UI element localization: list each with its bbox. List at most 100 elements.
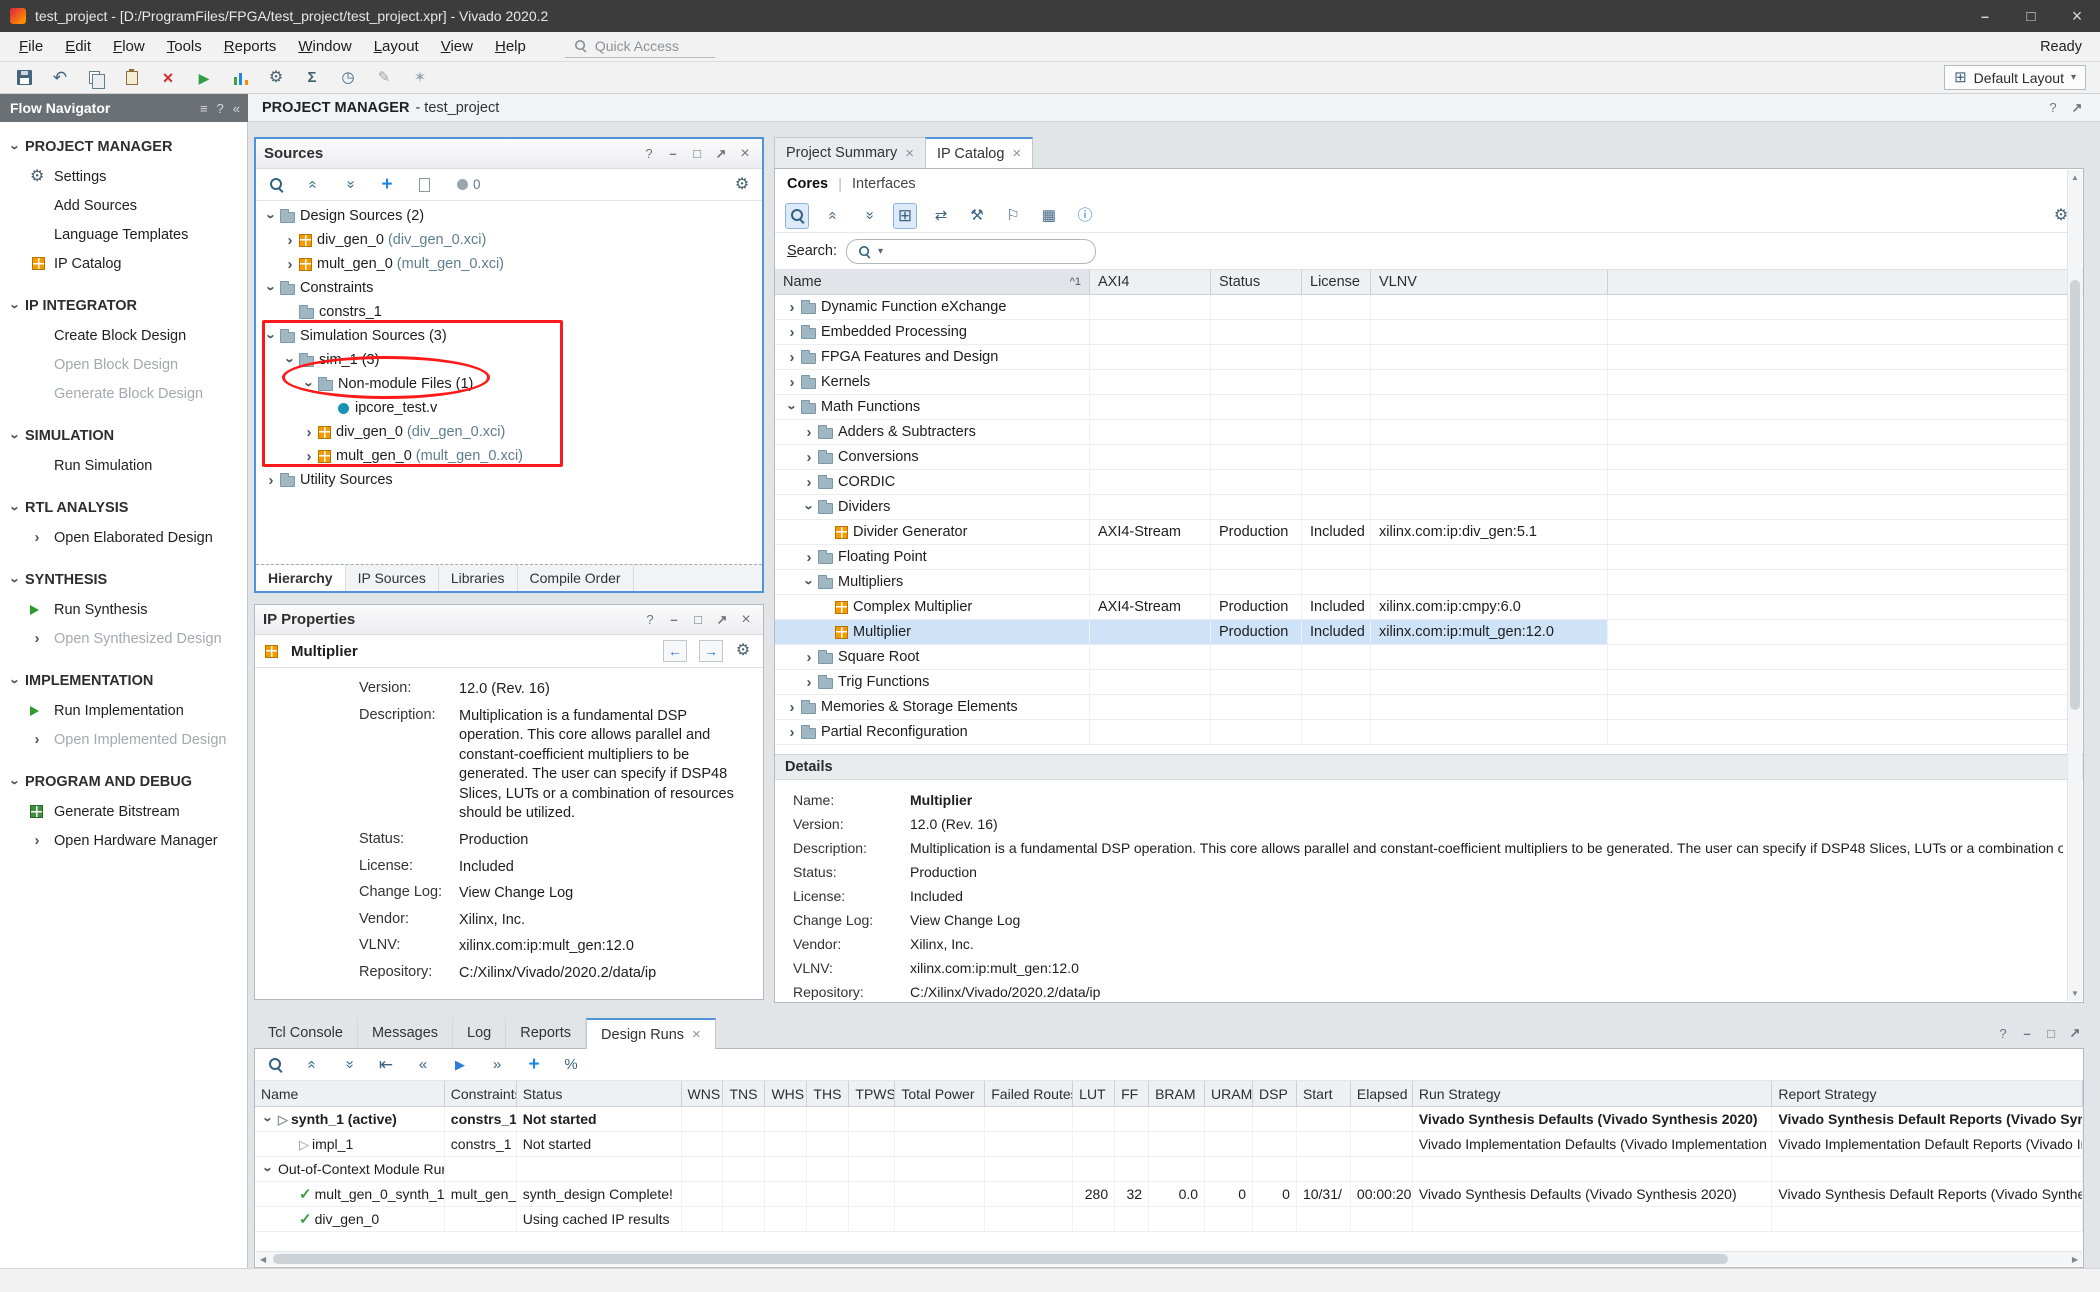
catalog-row-embedded-processing[interactable]: Embedded Processing [775, 320, 2083, 345]
column-header-wns[interactable]: WNS [682, 1081, 724, 1106]
catalog-information-button[interactable]: ⓘ [1073, 203, 1097, 229]
minimize-icon[interactable] [2018, 1024, 2036, 1042]
scroll-left-icon[interactable]: ◀ [260, 1255, 266, 1264]
toolbar-sum-button[interactable]: Σ [300, 65, 324, 91]
run-row-impl-1[interactable]: ▷impl_1constrs_1Not startedVivado Implem… [255, 1132, 2083, 1157]
column-header-bram[interactable]: BRAM [1149, 1081, 1205, 1106]
ip-properties-settings-button[interactable]: ⚙ [731, 638, 755, 664]
flow-section-header-simulation[interactable]: SIMULATION [0, 421, 247, 451]
help-icon[interactable] [1994, 1024, 2012, 1042]
runs-percent-button[interactable]: % [559, 1052, 583, 1078]
column-header-failed-routes[interactable]: Failed Routes [985, 1081, 1073, 1106]
flow-item-open-hardware-manager[interactable]: Open Hardware Manager [0, 826, 247, 855]
toolbar-undo-button[interactable]: ↶ [48, 65, 72, 91]
column-header-whs[interactable]: WHS [765, 1081, 807, 1106]
sources-search-button[interactable] [264, 172, 288, 198]
sources-expand-all-button[interactable]: « [338, 172, 362, 198]
column-header-total-power[interactable]: Total Power [895, 1081, 985, 1106]
runs-step-forward-button[interactable]: » [485, 1052, 509, 1078]
catalog-row-conversions[interactable]: Conversions [775, 445, 2083, 470]
catalog-row-math-functions[interactable]: Math Functions [775, 395, 2083, 420]
tree-item-constraints[interactable]: Constraints [256, 276, 762, 300]
scroll-up-icon[interactable]: ▲ [2071, 173, 2079, 182]
column-header-name[interactable]: Name^1 [775, 270, 1090, 294]
flow-section-header-implementation[interactable]: IMPLEMENTATION [0, 666, 247, 696]
sources-tab-ip-sources[interactable]: IP Sources [346, 565, 439, 591]
flow-item-generate-bitstream[interactable]: Generate Bitstream [0, 797, 247, 826]
horizontal-scrollbar[interactable]: ◀ ▶ [256, 1251, 2082, 1266]
menu-window[interactable]: Window [287, 34, 362, 59]
flow-item-generate-block-design[interactable]: Generate Block Design [0, 379, 247, 408]
maximize-icon[interactable] [713, 611, 731, 629]
run-row-div-gen-0[interactable]: ✓div_gen_0Using cached IP results [255, 1207, 2083, 1232]
menu-file[interactable]: File [8, 34, 54, 59]
help-icon[interactable]: ? [217, 101, 224, 116]
run-row-synth-1-active[interactable]: ▷synth_1 (active)constrs_1Not startedViv… [255, 1107, 2083, 1132]
help-icon[interactable] [641, 611, 659, 629]
column-header-uram[interactable]: URAM [1205, 1081, 1253, 1106]
back-button[interactable]: ← [663, 640, 687, 662]
flow-item-open-elaborated-design[interactable]: Open Elaborated Design [0, 523, 247, 552]
menu-edit[interactable]: Edit [54, 34, 102, 59]
flow-section-header-ip-integrator[interactable]: IP INTEGRATOR [0, 291, 247, 321]
subtab-interfaces[interactable]: Interfaces [852, 176, 916, 192]
run-row-out-of-context-module-runs[interactable]: Out-of-Context Module Runs [255, 1157, 2083, 1182]
property-value-link[interactable]: Production [459, 831, 528, 851]
help-icon[interactable] [2044, 99, 2062, 117]
catalog-restore-defaults-button[interactable]: ⇄ [929, 203, 953, 229]
flow-item-run-simulation[interactable]: Run Simulation [0, 451, 247, 480]
toolbar-edit-button[interactable]: ✎ [372, 65, 396, 91]
flow-section-header-program-and-debug[interactable]: PROGRAM AND DEBUG [0, 767, 247, 797]
menu-layout[interactable]: Layout [363, 34, 430, 59]
flow-item-open-implemented-design[interactable]: Open Implemented Design [0, 725, 247, 754]
catalog-flag-button[interactable]: ⚐ [1001, 203, 1025, 229]
catalog-row-memories-storage-elements[interactable]: Memories & Storage Elements [775, 695, 2083, 720]
catalog-row-divider-generator[interactable]: Divider GeneratorAXI4-StreamProductionIn… [775, 520, 2083, 545]
flow-item-run-synthesis[interactable]: Run Synthesis [0, 595, 247, 624]
close-icon[interactable]: × [905, 145, 914, 162]
runs-create-run-button[interactable]: + [522, 1052, 546, 1078]
float-icon[interactable] [688, 145, 706, 163]
column-header-lut[interactable]: LUT [1073, 1081, 1115, 1106]
menu-view[interactable]: View [430, 34, 484, 59]
close-icon[interactable] [736, 145, 754, 163]
tree-item-ipcore-test-v[interactable]: ipcore_test.v [256, 396, 762, 420]
close-button[interactable] [2054, 0, 2100, 32]
catalog-row-floating-point[interactable]: Floating Point [775, 545, 2083, 570]
scroll-right-icon[interactable]: ▶ [2072, 1255, 2078, 1264]
flow-section-header-synthesis[interactable]: SYNTHESIS [0, 565, 247, 595]
column-header-constraints[interactable]: Constraints [445, 1081, 517, 1106]
tab-project-summary[interactable]: Project Summary× [774, 137, 926, 168]
tab-log[interactable]: Log [453, 1018, 506, 1048]
runs-go-to-start-button[interactable]: ⇤ [374, 1052, 398, 1078]
run-row-mult-gen-0-synth-1[interactable]: ✓mult_gen_0_synth_1mult_gen_0synth_desig… [255, 1182, 2083, 1207]
tab-messages[interactable]: Messages [358, 1018, 453, 1048]
toolbar-copy-button[interactable] [84, 65, 108, 91]
scroll-down-icon[interactable]: ▼ [2071, 989, 2079, 998]
scrollbar-thumb[interactable] [2070, 280, 2080, 710]
catalog-row-kernels[interactable]: Kernels [775, 370, 2083, 395]
maximize-icon[interactable] [712, 145, 730, 163]
catalog-expand-all-button[interactable]: « [857, 203, 881, 229]
catalog-row-adders-subtracters[interactable]: Adders & Subtracters [775, 420, 2083, 445]
menu-tools[interactable]: Tools [156, 34, 213, 59]
column-header-elapsed[interactable]: Elapsed [1351, 1081, 1413, 1106]
maximize-button[interactable] [2008, 0, 2054, 32]
maximize-icon[interactable] [2068, 99, 2086, 117]
property-value-link[interactable]: View Change Log [910, 912, 1020, 928]
column-header-status[interactable]: Status [517, 1081, 682, 1106]
float-icon[interactable] [689, 611, 707, 629]
flow-section-header-project-manager[interactable]: PROJECT MANAGER [0, 132, 247, 162]
sources-tab-hierarchy[interactable]: Hierarchy [256, 565, 346, 591]
tree-item-div-gen-0[interactable]: div_gen_0 (div_gen_0.xci) [256, 420, 762, 444]
column-header-ff[interactable]: FF [1115, 1081, 1149, 1106]
help-icon[interactable] [640, 145, 658, 163]
tree-item-mult-gen-0[interactable]: mult_gen_0 (mult_gen_0.xci) [256, 444, 762, 468]
runs-expand-all-button[interactable]: « [337, 1052, 361, 1078]
catalog-row-dividers[interactable]: Dividers [775, 495, 2083, 520]
toolbar-wand-button[interactable]: ✶ [408, 65, 432, 91]
catalog-search-button[interactable] [785, 203, 809, 229]
column-header-tpws[interactable]: TPWS [849, 1081, 895, 1106]
catalog-row-dynamic-function-exchange[interactable]: Dynamic Function eXchange [775, 295, 2083, 320]
column-header-license[interactable]: License [1302, 270, 1371, 294]
